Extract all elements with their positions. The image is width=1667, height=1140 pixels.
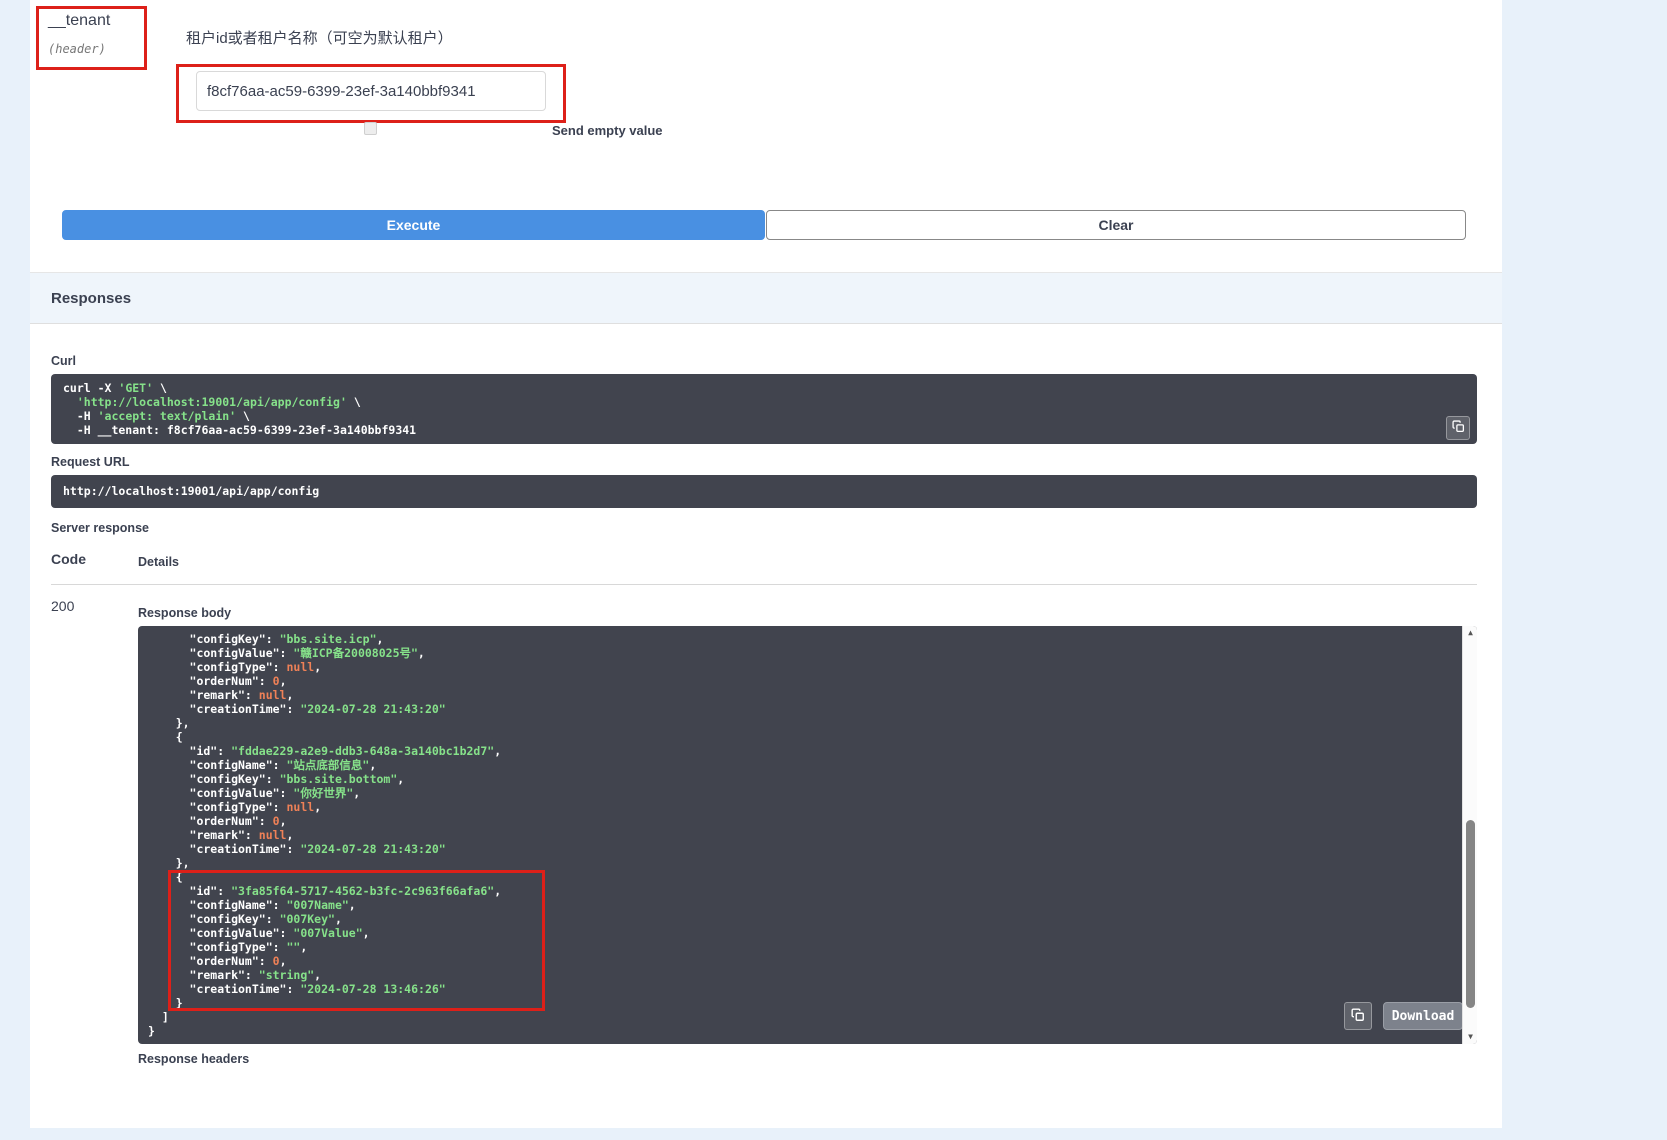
response-body-line: { xyxy=(148,730,1477,744)
request-url-value: http://localhost:19001/api/app/config xyxy=(63,484,319,498)
response-body-line: "orderNum": 0, xyxy=(148,954,1477,968)
response-body-line: "configType": "", xyxy=(148,940,1477,954)
parameter-location: (header) xyxy=(48,42,106,56)
scroll-up-arrow-icon[interactable]: ▲ xyxy=(1463,626,1477,640)
response-body-line: "creationTime": "2024-07-28 21:43:20" xyxy=(148,842,1477,856)
response-body-line: "creationTime": "2024-07-28 21:43:20" xyxy=(148,702,1477,716)
clipboard-icon xyxy=(1351,1008,1365,1025)
response-body-line: "configType": null, xyxy=(148,800,1477,814)
response-body-block: "configKey": "bbs.site.icp", "configValu… xyxy=(138,626,1477,1044)
response-body-line: }, xyxy=(148,856,1477,870)
status-code: 200 xyxy=(51,598,74,614)
responses-section-header: Responses xyxy=(30,272,1502,324)
curl-code-line: -H 'accept: text/plain' \ xyxy=(63,409,1465,423)
copy-response-button[interactable] xyxy=(1344,1002,1372,1030)
request-url-block: http://localhost:19001/api/app/config xyxy=(51,475,1477,508)
response-body-line: "remark": "string", xyxy=(148,968,1477,982)
response-body-line: "configName": "站点底部信息", xyxy=(148,758,1477,772)
scrollbar-track[interactable]: ▲ ▼ xyxy=(1462,626,1477,1044)
tenant-input[interactable] xyxy=(196,71,546,111)
send-empty-value-label: Send empty value xyxy=(552,123,663,138)
parameter-description: 租户id或者租户名称（可空为默认租户） xyxy=(186,27,453,48)
response-body-line: "configValue": "赣ICP备20008025号", xyxy=(148,646,1477,660)
curl-code-line: 'http://localhost:19001/api/app/config' … xyxy=(63,395,1465,409)
response-body-line: "configKey": "007Key", xyxy=(148,912,1477,926)
curl-code: curl -X 'GET' \ 'http://localhost:19001/… xyxy=(63,381,1465,437)
response-body-line: "creationTime": "2024-07-28 13:46:26" xyxy=(148,982,1477,996)
execute-button[interactable]: Execute xyxy=(62,210,765,240)
curl-code-block: curl -X 'GET' \ 'http://localhost:19001/… xyxy=(51,374,1477,444)
response-body-line: "orderNum": 0, xyxy=(148,814,1477,828)
curl-label: Curl xyxy=(51,354,76,368)
response-body-line: } xyxy=(148,996,1477,1010)
request-url-label: Request URL xyxy=(51,455,129,469)
scroll-down-arrow-icon[interactable]: ▼ xyxy=(1463,1030,1477,1044)
response-body-line: "remark": null, xyxy=(148,688,1477,702)
response-body-line: "orderNum": 0, xyxy=(148,674,1477,688)
server-response-label: Server response xyxy=(51,521,149,535)
response-body-line: "configValue": "007Value", xyxy=(148,926,1477,940)
response-body-line: } xyxy=(148,1024,1477,1038)
response-body-line: "configValue": "你好世界", xyxy=(148,786,1477,800)
swagger-ui-page: __tenant (header) 租户id或者租户名称（可空为默认租户） Se… xyxy=(0,0,1667,1140)
response-body-line: { xyxy=(148,870,1477,884)
curl-code-line: curl -X 'GET' \ xyxy=(63,381,1465,395)
send-empty-value-checkbox[interactable] xyxy=(364,122,377,135)
response-body-line: "id": "fddae229-a2e9-ddb3-648a-3a140bc1b… xyxy=(148,744,1477,758)
table-header-divider xyxy=(51,584,1477,585)
response-body-line: "configKey": "bbs.site.icp", xyxy=(148,632,1477,646)
clear-button[interactable]: Clear xyxy=(766,210,1466,240)
scrollbar-thumb[interactable] xyxy=(1466,820,1475,1008)
response-headers-label: Response headers xyxy=(138,1052,249,1066)
curl-code-line: -H __tenant: f8cf76aa-ac59-6399-23ef-3a1… xyxy=(63,423,1465,437)
response-body-line: "configName": "007Name", xyxy=(148,898,1477,912)
response-body-code: "configKey": "bbs.site.icp", "configValu… xyxy=(148,632,1477,1038)
responses-title: Responses xyxy=(51,290,131,307)
response-body-line: "id": "3fa85f64-5717-4562-b3fc-2c963f66a… xyxy=(148,884,1477,898)
copy-curl-button[interactable] xyxy=(1446,416,1470,440)
response-body-line: }, xyxy=(148,716,1477,730)
response-body-line: "configKey": "bbs.site.bottom", xyxy=(148,772,1477,786)
response-body-line: "configType": null, xyxy=(148,660,1477,674)
response-body-line: ] xyxy=(148,1010,1477,1024)
code-column-header: Code xyxy=(51,551,86,567)
response-body-label: Response body xyxy=(138,606,231,620)
response-body-line: "remark": null, xyxy=(148,828,1477,842)
clipboard-icon xyxy=(1452,420,1465,436)
parameter-name: __tenant xyxy=(48,12,110,30)
download-button[interactable]: Download xyxy=(1383,1002,1463,1030)
details-column-header: Details xyxy=(138,555,179,569)
